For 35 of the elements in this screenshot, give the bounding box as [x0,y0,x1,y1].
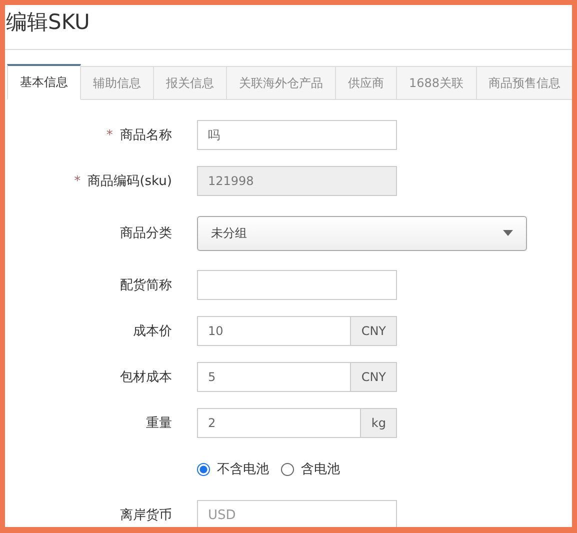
tab[interactable]: 供应商 [336,66,397,100]
radio-label: 不含电池 [217,461,269,478]
field-label: 商品分类 [120,226,172,241]
radio-option[interactable]: 含电池 [281,460,340,478]
field-label: 成本价 [133,324,172,339]
input-field[interactable]: 10 [197,316,352,346]
radio-label: 含电池 [301,461,340,478]
input-field[interactable]: 吗 [197,120,397,150]
tab[interactable]: 基本信息 [7,64,81,100]
caret-icon [503,230,513,236]
input-field[interactable]: 5 [197,362,352,392]
radio-button[interactable] [197,462,210,476]
tab[interactable]: 商品预售信息 [476,66,572,100]
field-label: 商品名称 [120,128,172,143]
field-label: 离岸货币 [120,508,172,523]
tab[interactable]: 关联海外仓产品 [227,66,336,100]
tab[interactable]: 辅助信息 [81,66,154,100]
field-label: 配货简称 [120,278,172,293]
input-field[interactable]: USD [197,500,397,527]
category-dropdown[interactable]: 未分组 [197,216,527,250]
field-label: 重量 [146,416,172,431]
input-field[interactable] [197,270,397,300]
field-label: 包材成本 [120,370,172,385]
tab[interactable]: 1688关联 [397,66,477,100]
unit-addon: kg [361,408,397,438]
input-field[interactable]: 2 [197,408,362,438]
unit-addon: CNY [351,362,397,392]
required-mark: * [74,174,81,189]
radio-button[interactable] [281,462,294,476]
unit-addon: CNY [351,316,397,346]
page-title: 编辑SKU [5,9,91,36]
required-mark: * [106,128,113,143]
field-label: 商品编码(sku) [88,174,172,189]
tab[interactable]: 报关信息 [154,66,227,100]
radio-option[interactable]: 不含电池 [197,460,269,478]
